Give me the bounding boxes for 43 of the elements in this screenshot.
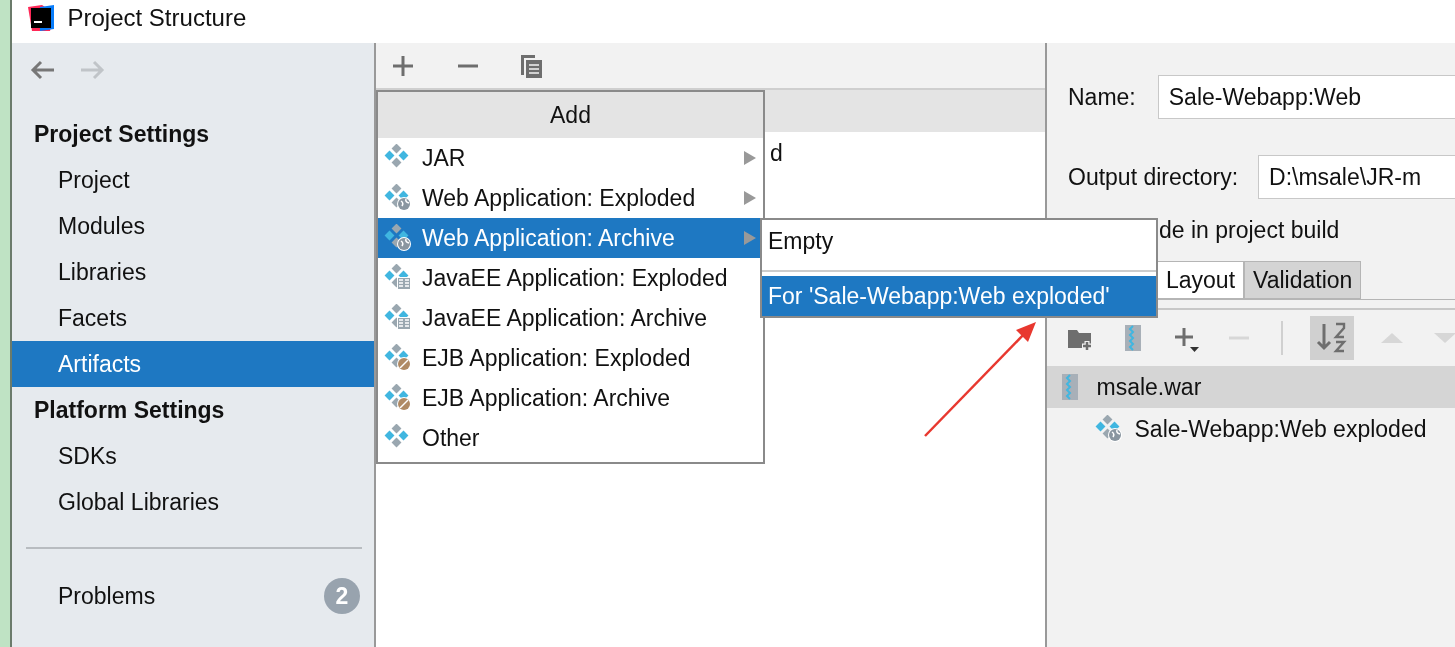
artifact-name[interactable]: d: [770, 135, 783, 171]
menu-title: Add: [378, 92, 763, 138]
menu-item[interactable]: Web Application: Archive: [378, 218, 763, 258]
menu-item[interactable]: Web Application: Exploded: [378, 178, 763, 218]
tab[interactable]: Validation: [1244, 261, 1362, 299]
menu-item[interactable]: JavaEE Application: Exploded: [378, 258, 763, 298]
tab[interactable]: Layout: [1157, 261, 1245, 299]
sidebar-item[interactable]: Problems: [58, 578, 156, 614]
menu-item[interactable]: EJB Application: Exploded: [378, 338, 763, 378]
section-heading: Project Settings: [33, 119, 211, 149]
menu-item[interactable]: Empty: [762, 220, 1156, 262]
sidebar-item[interactable]: Modules: [12, 203, 374, 249]
field-label: Output directory:: [1068, 162, 1239, 192]
sort-icon[interactable]: [1310, 316, 1354, 360]
sidebar-item[interactable]: Global Libraries: [12, 479, 374, 525]
window-title: Project Structure: [67, 2, 247, 33]
menu-item[interactable]: For 'Sale-Webapp:Web exploded': [762, 276, 1156, 316]
ee-artifact-icon: [384, 264, 412, 292]
tree-item[interactable]: Sale-Webapp:Web exploded: [1134, 411, 1427, 447]
submenu-arrow-icon: [743, 150, 757, 166]
output-directory-field[interactable]: D:\msale\JR-m: [1258, 155, 1455, 199]
checkbox-label[interactable]: de in project build: [1159, 213, 1455, 247]
name-field[interactable]: Sale-Webapp:Web: [1157, 75, 1455, 119]
web-artifact-icon: [1095, 415, 1123, 443]
sidebar-item[interactable]: Artifacts: [12, 341, 374, 387]
sidebar-item[interactable]: Project: [12, 157, 374, 203]
submenu-arrow-icon: [743, 230, 757, 246]
submenu-arrow-icon: [743, 190, 757, 206]
menu-item[interactable]: JavaEE Application: Archive: [378, 298, 763, 338]
menu-item[interactable]: Other: [378, 418, 763, 458]
ee-artifact-icon: [384, 304, 412, 332]
menu-item[interactable]: JAR: [378, 138, 763, 178]
bean-artifact-icon: [384, 384, 412, 412]
web-artifact-icon: [384, 184, 412, 212]
sidebar-item[interactable]: SDKs: [12, 433, 374, 479]
section-heading: Platform Settings: [33, 395, 226, 425]
sidebar-item[interactable]: Facets: [12, 295, 374, 341]
sidebar-item[interactable]: Libraries: [12, 249, 374, 295]
count-badge: 2: [324, 578, 360, 614]
bean-artifact-icon: [384, 344, 412, 372]
web-artifact-icon: [384, 224, 412, 252]
field-label: Name:: [1068, 82, 1136, 112]
menu-item[interactable]: EJB Application: Archive: [378, 378, 763, 418]
